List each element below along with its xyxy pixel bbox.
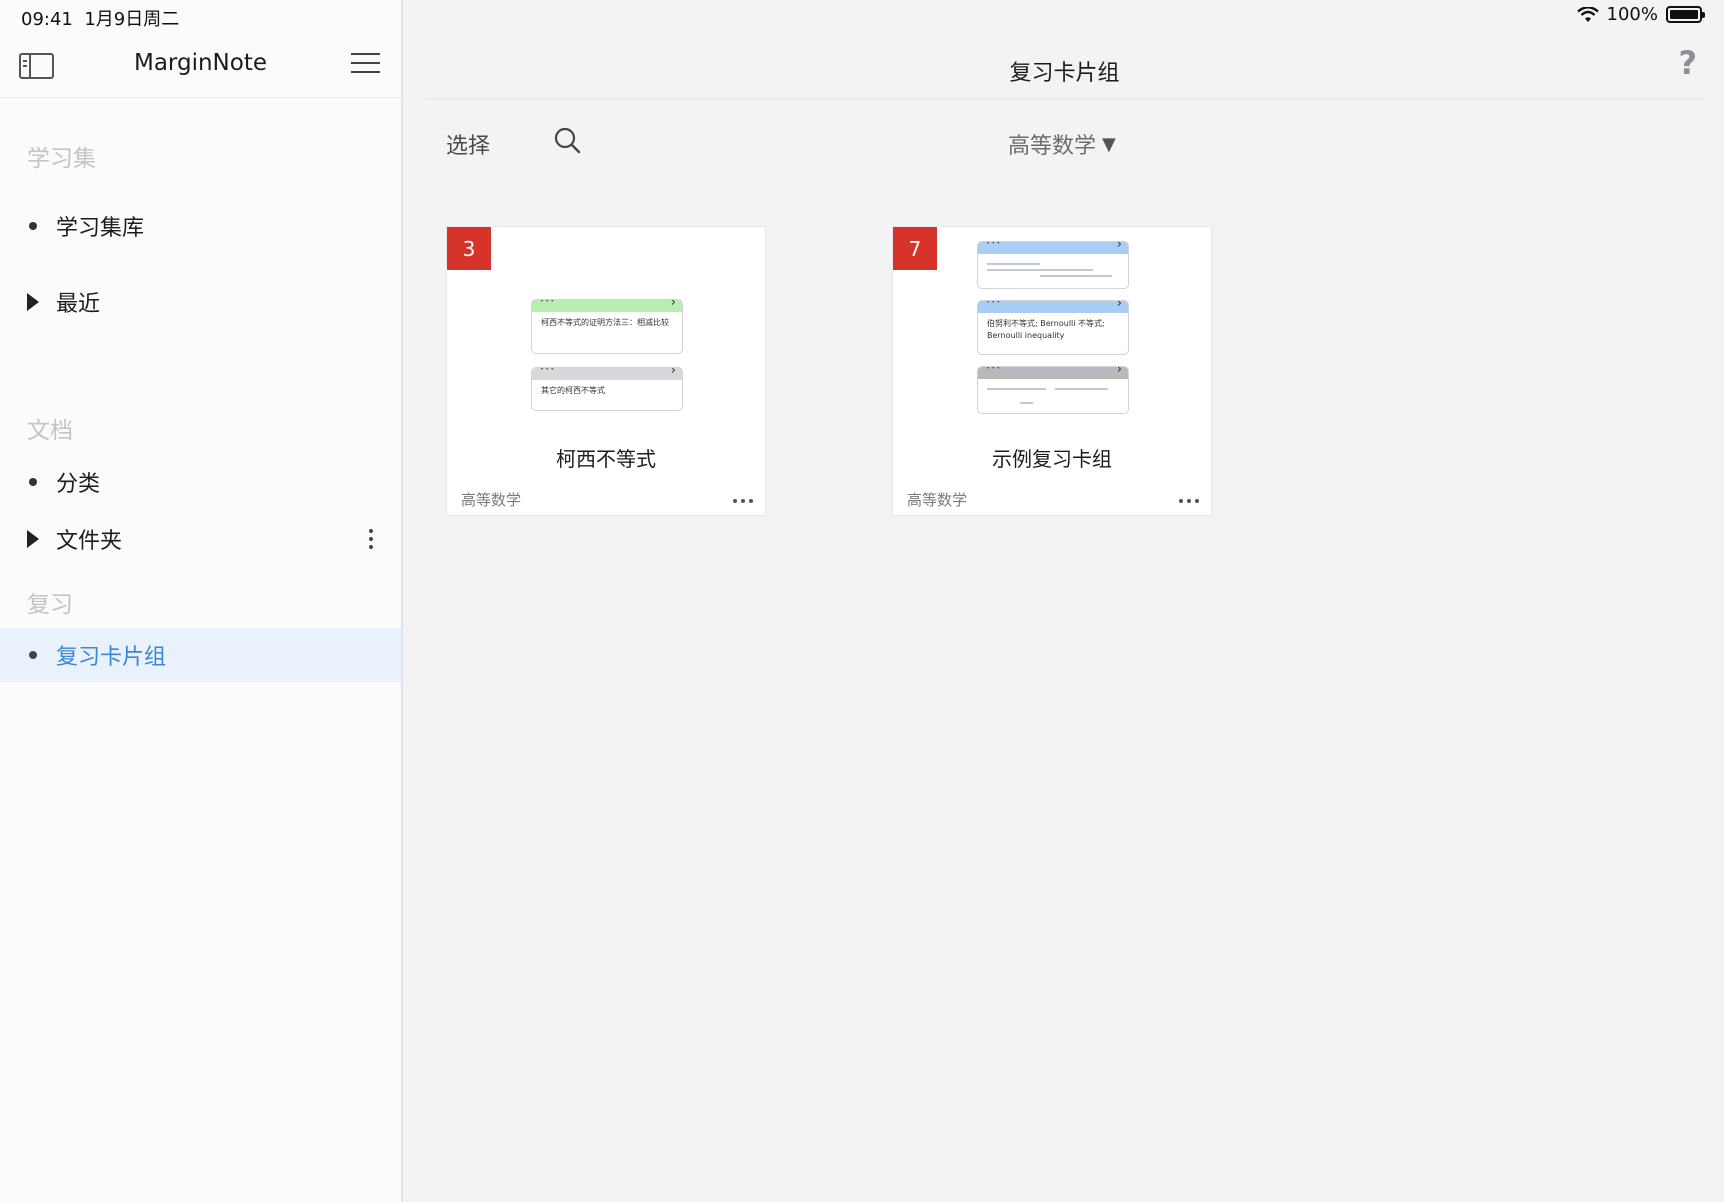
- deck-subject: 高等数学: [461, 491, 522, 509]
- bullet-icon: [29, 222, 37, 230]
- card-preview-note: 柯西不等式的证明方法三：相减比较: [531, 299, 683, 354]
- note-header: [532, 368, 682, 380]
- more-vertical-icon[interactable]: [369, 529, 373, 549]
- sidebar-item-label: 学习集库: [56, 216, 145, 241]
- status-right: 100%: [1576, 4, 1705, 25]
- caret-down-icon: ▼: [1102, 133, 1116, 155]
- page-title: 复习卡片组: [1009, 61, 1120, 86]
- note-formula: [978, 379, 1128, 413]
- menu-icon[interactable]: [351, 53, 380, 75]
- sidebar-item-categories[interactable]: 分类: [0, 455, 401, 509]
- main-content: 100% 复习卡片组 ? 选择 高等数学 ▼ 3 柯西不等式的证明方法三：相减比…: [405, 0, 1724, 1202]
- help-icon[interactable]: ?: [1678, 44, 1697, 82]
- filter-label: 高等数学: [1008, 134, 1097, 159]
- more-horizontal-icon[interactable]: [733, 499, 753, 504]
- sidebar-item-review-decks[interactable]: 复习卡片组: [0, 628, 401, 682]
- note-text: 其它的柯西不等式: [541, 386, 605, 395]
- bullet-icon: [29, 651, 37, 659]
- card-preview-note: [977, 366, 1129, 414]
- sidebar-item-notebook-library[interactable]: 学习集库: [0, 199, 401, 253]
- card-preview-note: [977, 241, 1129, 289]
- card-preview-note: 其它的柯西不等式: [531, 367, 683, 411]
- deck-name: 柯西不等式: [556, 447, 656, 471]
- deck-card[interactable]: 3 柯西不等式的证明方法三：相减比较 其它的柯西不等式 柯西不等式 高等数学: [446, 226, 766, 516]
- note-handwriting: [978, 254, 1128, 286]
- sidebar-item-label: 最近: [56, 292, 101, 317]
- disclosure-triangle-icon[interactable]: [27, 293, 39, 311]
- deck-subject: 高等数学: [907, 491, 968, 509]
- sidebar-item-recent[interactable]: 最近: [0, 275, 401, 329]
- wifi-icon: [1576, 6, 1599, 22]
- select-button[interactable]: 选择: [446, 128, 490, 160]
- note-header: [978, 301, 1128, 313]
- note-text: 柯西不等式的证明方法三：相减比较: [541, 318, 669, 327]
- subject-filter-dropdown[interactable]: 高等数学 ▼: [1008, 128, 1116, 160]
- more-horizontal-icon[interactable]: [1179, 499, 1199, 504]
- deck-card[interactable]: 7 伯努利不等式; Bernoulli 不等式; Bernoulli inequ…: [892, 226, 1212, 516]
- battery-icon: [1666, 6, 1705, 23]
- battery-percentage: 100%: [1606, 4, 1658, 25]
- card-preview-note: 伯努利不等式; Bernoulli 不等式; Bernoulli inequal…: [977, 300, 1129, 355]
- sidebar: 09:41 1月9日周二 MarginNote 学习集 学习集库 最近 文档 分…: [0, 0, 403, 1202]
- sidebar-item-folders[interactable]: 文件夹: [0, 512, 401, 566]
- note-header: [532, 300, 682, 312]
- card-count-badge: 3: [447, 227, 491, 270]
- status-time: 09:41 1月9日周二: [21, 5, 179, 31]
- sidebar-item-label: 复习卡片组: [56, 645, 167, 670]
- app-title: MarginNote: [133, 50, 267, 76]
- bullet-icon: [29, 478, 37, 486]
- section-title-documents: 文档: [27, 418, 73, 444]
- header-divider: [425, 98, 1704, 99]
- card-count-badge: 7: [893, 227, 937, 270]
- deck-name: 示例复习卡组: [992, 447, 1112, 471]
- section-title-review: 复习: [27, 592, 73, 618]
- status-clock: 09:41: [21, 9, 73, 30]
- note-header: [978, 242, 1128, 254]
- sidebar-item-label: 分类: [56, 472, 101, 497]
- section-title-notebooks: 学习集: [27, 146, 96, 172]
- note-text: 伯努利不等式; Bernoulli 不等式; Bernoulli inequal…: [987, 319, 1105, 340]
- sidebar-item-label: 文件夹: [56, 529, 123, 554]
- disclosure-triangle-icon[interactable]: [27, 530, 39, 548]
- search-icon[interactable]: [553, 126, 581, 154]
- sidebar-header: MarginNote: [0, 40, 401, 98]
- ipad-screen: 09:41 1月9日周二 MarginNote 学习集 学习集库 最近 文档 分…: [0, 0, 1724, 1202]
- note-header: [978, 367, 1128, 379]
- status-date: 1月9日周二: [84, 9, 180, 30]
